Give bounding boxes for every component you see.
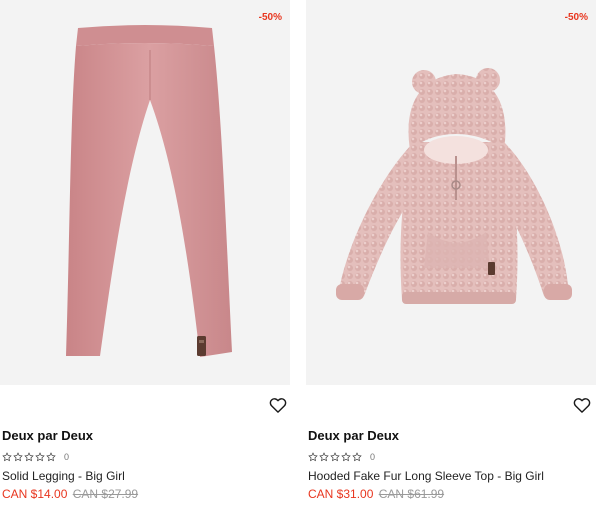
star-empty-icon [319, 452, 329, 462]
wishlist-heart-icon[interactable] [572, 395, 592, 415]
product-price: CAN $31.00 CAN $61.99 [308, 487, 444, 501]
rating-count: 0 [370, 452, 376, 462]
star-empty-icon [308, 452, 318, 462]
star-empty-icon [46, 452, 56, 462]
product-card[interactable]: -50% Deux par Deux 0 Hooded Fake Fur Lon… [306, 0, 596, 505]
product-image[interactable]: -50% [0, 0, 290, 385]
star-empty-icon [352, 452, 362, 462]
product-card[interactable]: -50% Deux par Deux 0 Solid Legging - Big… [0, 0, 290, 505]
star-empty-icon [24, 452, 34, 462]
discount-badge: -50% [258, 12, 282, 23]
product-name[interactable]: Solid Legging - Big Girl [2, 469, 125, 483]
sale-price: CAN $14.00 [2, 487, 68, 501]
rating-count: 0 [64, 452, 70, 462]
product-price: CAN $14.00 CAN $27.99 [2, 487, 138, 501]
rating-stars [2, 452, 56, 462]
star-empty-icon [330, 452, 340, 462]
legging-product-image [66, 25, 232, 357]
product-rating: 0 [2, 451, 69, 463]
wishlist-heart-icon[interactable] [268, 395, 288, 415]
product-image[interactable]: -50% [306, 0, 596, 385]
original-price: CAN $61.99 [378, 487, 445, 501]
rating-stars [308, 452, 362, 462]
star-empty-icon [341, 452, 351, 462]
product-name[interactable]: Hooded Fake Fur Long Sleeve Top - Big Gi… [308, 469, 544, 483]
product-brand[interactable]: Deux par Deux [2, 428, 93, 443]
star-empty-icon [2, 452, 12, 462]
sale-price: CAN $31.00 [308, 487, 374, 501]
star-empty-icon [13, 452, 23, 462]
product-rating: 0 [308, 451, 375, 463]
discount-badge: -50% [564, 12, 588, 23]
hoodie-product-image [336, 68, 572, 304]
original-price: CAN $27.99 [72, 487, 139, 501]
star-empty-icon [35, 452, 45, 462]
product-brand[interactable]: Deux par Deux [308, 428, 399, 443]
